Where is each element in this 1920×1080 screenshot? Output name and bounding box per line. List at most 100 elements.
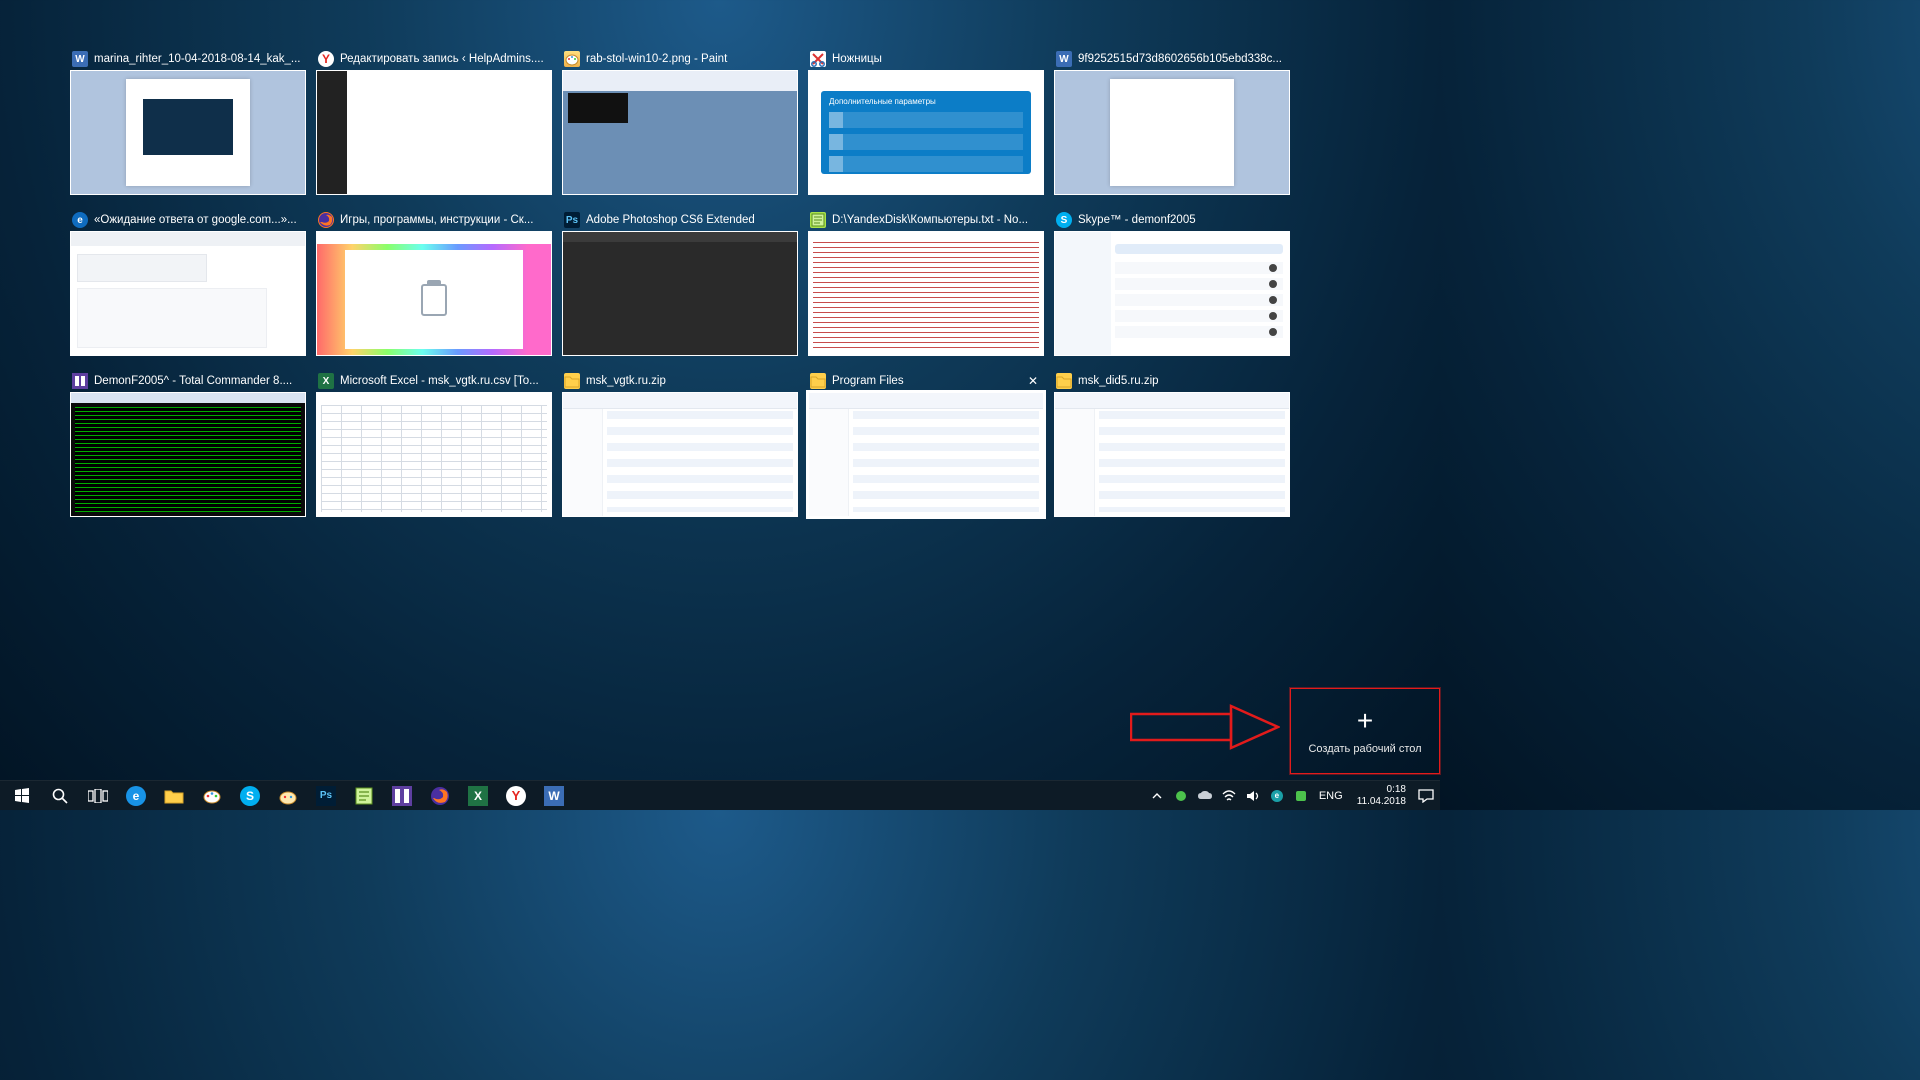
taskbar-paint-button[interactable] xyxy=(194,781,230,811)
taskbar-skype-button[interactable]: S xyxy=(232,781,268,811)
task-header: e «Ожидание ответа от google.com...»... xyxy=(70,209,306,231)
task-title: Игры, программы, инструкции - Ск... xyxy=(340,214,550,226)
task-card[interactable]: msk_did5.ru.zip xyxy=(1054,370,1290,517)
search-icon xyxy=(50,786,70,806)
taskbar-yandex-button[interactable]: Y xyxy=(498,781,534,811)
task-header: msk_did5.ru.zip xyxy=(1054,370,1290,392)
task-card[interactable]: DemonF2005^ - Total Commander 8.... xyxy=(70,370,306,517)
task-header: Ножницы xyxy=(808,48,1044,70)
notepadpp-icon xyxy=(354,786,374,806)
task-card[interactable]: Ps Adobe Photoshop CS6 Extended xyxy=(562,209,798,356)
notepadpp-icon xyxy=(810,212,826,228)
taskbar-notepadpp-button[interactable] xyxy=(346,781,382,811)
task-thumbnail[interactable] xyxy=(562,70,798,195)
task-thumbnail[interactable] xyxy=(562,231,798,356)
skype-icon: S xyxy=(240,786,260,806)
word-icon: W xyxy=(1056,51,1072,67)
task-thumbnail[interactable] xyxy=(316,231,552,356)
tray-onedrive-icon[interactable] xyxy=(1195,786,1215,806)
taskbar-file-explorer-button[interactable] xyxy=(156,781,192,811)
task-thumbnail[interactable] xyxy=(562,392,798,517)
task-card[interactable]: Y Редактировать запись ‹ HelpAdmins.... xyxy=(316,48,552,195)
task-thumbnail[interactable] xyxy=(316,392,552,517)
taskbar-total-commander-button[interactable] xyxy=(384,781,420,811)
task-title: D:\YandexDisk\Компьютеры.txt - No... xyxy=(832,214,1042,226)
task-header: Program Files ✕ xyxy=(808,370,1044,392)
tray-volume-icon[interactable] xyxy=(1243,786,1263,806)
task-card[interactable]: W 9f9252515d73d8602656b105ebd338c... xyxy=(1054,48,1290,195)
task-card[interactable]: rab-stol-win10-2.png - Paint xyxy=(562,48,798,195)
taskbar-task-view-button[interactable] xyxy=(80,781,116,811)
task-header: Ps Adobe Photoshop CS6 Extended xyxy=(562,209,798,231)
task-header: DemonF2005^ - Total Commander 8.... xyxy=(70,370,306,392)
taskbar-search-button[interactable] xyxy=(42,781,78,811)
task-header: msk_vgtk.ru.zip xyxy=(562,370,798,392)
yandex-icon: Y xyxy=(318,51,334,67)
task-card[interactable]: D:\YandexDisk\Компьютеры.txt - No... xyxy=(808,209,1044,356)
file-explorer-icon xyxy=(164,786,184,806)
tray-eset-icon[interactable]: e xyxy=(1267,786,1287,806)
taskbar-excel-button[interactable]: X xyxy=(460,781,496,811)
new-desktop-button[interactable]: + Создать рабочий стол xyxy=(1290,688,1440,774)
task-header: S Skype™ - demonf2005 xyxy=(1054,209,1290,231)
task-card[interactable]: S Skype™ - demonf2005 xyxy=(1054,209,1290,356)
task-thumbnail[interactable] xyxy=(70,231,306,356)
tray-chevron-icon[interactable] xyxy=(1147,786,1167,806)
task-title: marina_rihter_10-04-2018-08-14_kak_... xyxy=(94,53,304,65)
paint-alt-icon xyxy=(278,786,298,806)
task-thumbnail[interactable] xyxy=(1054,392,1290,517)
task-card[interactable]: msk_vgtk.ru.zip xyxy=(562,370,798,517)
task-title: Skype™ - demonf2005 xyxy=(1078,214,1288,226)
tray-app-icon[interactable] xyxy=(1291,786,1311,806)
taskbar-firefox-button[interactable] xyxy=(422,781,458,811)
task-thumbnail[interactable] xyxy=(70,70,306,195)
word-icon: W xyxy=(544,786,564,806)
task-thumbnail[interactable] xyxy=(808,231,1044,356)
task-thumbnail[interactable] xyxy=(1054,70,1290,195)
task-card[interactable]: Ножницы Дополнительные параметры xyxy=(808,48,1044,195)
task-header: Y Редактировать запись ‹ HelpAdmins.... xyxy=(316,48,552,70)
taskbar-edge-button[interactable]: e xyxy=(118,781,154,811)
task-title: msk_vgtk.ru.zip xyxy=(586,375,796,387)
task-thumbnail[interactable] xyxy=(70,392,306,517)
task-header: W 9f9252515d73d8602656b105ebd338c... xyxy=(1054,48,1290,70)
task-card[interactable]: e «Ожидание ответа от google.com...»... xyxy=(70,209,306,356)
clock[interactable]: 0:18 11.04.2018 xyxy=(1351,784,1412,808)
task-title: Adobe Photoshop CS6 Extended xyxy=(586,214,796,226)
task-header: Игры, программы, инструкции - Ск... xyxy=(316,209,552,231)
new-desktop-label: Создать рабочий стол xyxy=(1308,743,1421,755)
task-card[interactable]: Program Files ✕ xyxy=(808,370,1044,517)
task-card[interactable]: W marina_rihter_10-04-2018-08-14_kak_... xyxy=(70,48,306,195)
firefox-icon xyxy=(430,786,450,806)
tray-wifi-icon[interactable] xyxy=(1219,786,1239,806)
photoshop-icon: Ps xyxy=(316,786,336,806)
task-title: Program Files xyxy=(832,375,1014,387)
taskbar-word-button[interactable]: W xyxy=(536,781,572,811)
yandex-icon: Y xyxy=(506,786,526,806)
task-thumbnail[interactable] xyxy=(808,392,1044,517)
task-thumbnail[interactable] xyxy=(1054,231,1290,356)
task-thumbnail[interactable]: Дополнительные параметры xyxy=(808,70,1044,195)
tray-yadisk-icon[interactable] xyxy=(1171,786,1191,806)
task-card[interactable]: Игры, программы, инструкции - Ск... xyxy=(316,209,552,356)
language-indicator[interactable]: ENG xyxy=(1315,790,1347,802)
action-center-icon[interactable] xyxy=(1416,786,1436,806)
start-icon xyxy=(12,786,32,806)
close-icon[interactable]: ✕ xyxy=(1024,372,1042,390)
system-tray: e ENG 0:18 11.04.2018 xyxy=(1147,784,1436,808)
excel-icon: X xyxy=(468,786,488,806)
taskbar-start-button[interactable] xyxy=(4,781,40,811)
task-thumbnail[interactable] xyxy=(316,70,552,195)
folder-icon xyxy=(564,373,580,389)
taskbar-paint-alt-button[interactable] xyxy=(270,781,306,811)
taskbar-apps: e S Ps XYW xyxy=(4,781,572,811)
total-commander-icon xyxy=(392,786,412,806)
task-title: «Ожидание ответа от google.com...»... xyxy=(94,214,304,226)
task-title: Ножницы xyxy=(832,53,1042,65)
task-title: Microsoft Excel - msk_vgtk.ru.csv [To... xyxy=(340,375,550,387)
task-card[interactable]: X Microsoft Excel - msk_vgtk.ru.csv [To.… xyxy=(316,370,552,517)
task-view-grid: W marina_rihter_10-04-2018-08-14_kak_...… xyxy=(0,0,1440,517)
task-header: D:\YandexDisk\Компьютеры.txt - No... xyxy=(808,209,1044,231)
excel-icon: X xyxy=(318,373,334,389)
taskbar-photoshop-button[interactable]: Ps xyxy=(308,781,344,811)
